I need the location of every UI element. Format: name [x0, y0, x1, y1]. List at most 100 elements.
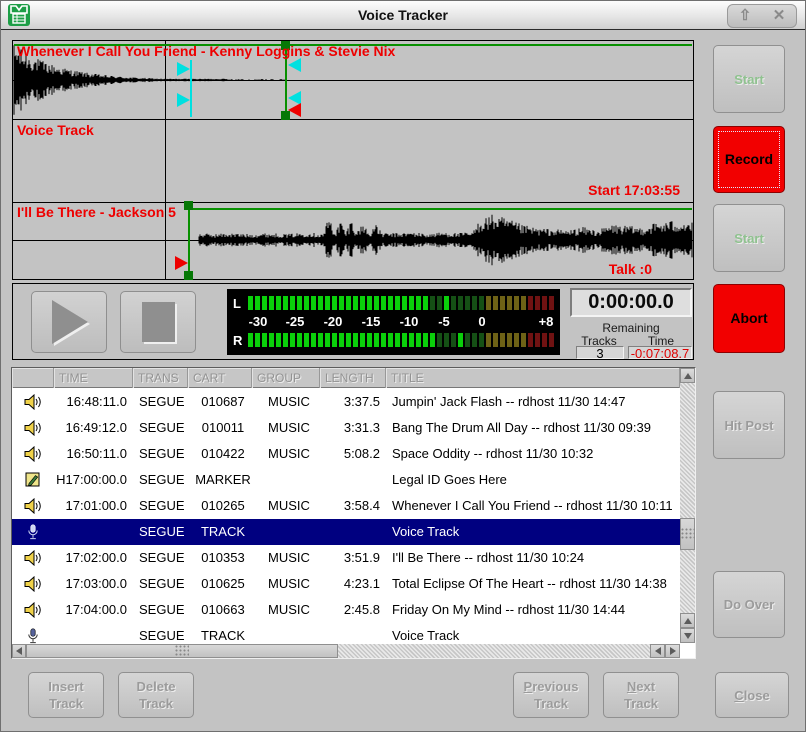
cell-cart: 010687 — [188, 389, 252, 415]
track3-start-handle-top[interactable] — [184, 201, 193, 210]
close-button[interactable]: Close — [715, 672, 789, 718]
column-header-time[interactable]: TIME — [54, 368, 133, 388]
meter-segment — [437, 296, 442, 310]
meter-right-bar — [248, 333, 556, 347]
delete-track-button[interactable]: DeleteTrack — [118, 672, 194, 718]
track1-track2-divider — [13, 119, 693, 120]
track1-fade-marker-top-icon[interactable] — [177, 62, 190, 76]
meter-scale-tick: -30 — [249, 314, 268, 329]
start-track3-button[interactable]: Start — [713, 204, 785, 272]
cell-group — [252, 519, 320, 545]
meter-segment — [542, 296, 547, 310]
log-row[interactable]: 17:01:00.0SEGUE010265MUSIC3:58.4Whenever… — [12, 493, 680, 519]
hscroll-trough[interactable] — [338, 644, 650, 658]
meter-segment — [388, 296, 393, 310]
vscroll-handle[interactable] — [680, 518, 695, 550]
cell-time: 17:03:00.0 — [54, 571, 133, 597]
log-row[interactable]: 16:50:11.0SEGUE010422MUSIC5:08.2Space Od… — [12, 441, 680, 467]
meter-segment — [381, 296, 386, 310]
vscroll-up-button[interactable] — [680, 368, 695, 383]
meter-segment — [367, 333, 372, 347]
log-row[interactable]: 16:48:11.0SEGUE010687MUSIC3:37.5Jumpin' … — [12, 389, 680, 415]
meter-segment — [297, 296, 302, 310]
speaker-icon — [12, 415, 54, 441]
left-arrow-icon — [655, 647, 661, 655]
log-row[interactable]: H17:00:00.0SEGUEMARKERLegal ID Goes Here — [12, 467, 680, 493]
cell-trans: SEGUE — [133, 519, 188, 545]
do-over-button[interactable]: Do Over — [713, 571, 785, 638]
hit-post-button[interactable]: Hit Post — [713, 391, 785, 459]
meter-segment — [346, 296, 351, 310]
abort-button[interactable]: Abort — [713, 284, 785, 353]
meter-segment — [423, 333, 428, 347]
vscroll-trough[interactable] — [680, 383, 695, 629]
vscroll-up2-button[interactable] — [680, 613, 695, 628]
vscroll-down-button[interactable] — [680, 628, 695, 643]
meter-segment — [255, 333, 260, 347]
next-track-button[interactable]: Next Track — [603, 672, 679, 718]
log-row[interactable]: 17:02:00.0SEGUE010353MUSIC3:51.9I'll Be … — [12, 545, 680, 571]
cell-length: 5:08.2 — [320, 441, 386, 467]
speaker-icon — [12, 493, 54, 519]
meter-segment — [486, 333, 491, 347]
meter-segment — [493, 296, 498, 310]
waveform-edit-area[interactable]: Whenever I Call You Friend - Kenny Loggi… — [12, 40, 694, 280]
column-header-title[interactable]: TITLE — [386, 368, 680, 388]
column-header-length[interactable]: LENGTH — [320, 368, 386, 388]
meter-segment — [262, 296, 267, 310]
track1-fade-marker-line[interactable] — [190, 60, 192, 117]
cell-group: MUSIC — [252, 415, 320, 441]
close-window-icon[interactable]: ✕ — [762, 5, 796, 27]
meter-segment — [416, 296, 421, 310]
meter-segment — [339, 333, 344, 347]
track1-segue-cyan-top-icon[interactable] — [288, 58, 301, 72]
meter-segment — [528, 296, 533, 310]
log-table-rows: 16:48:11.0SEGUE010687MUSIC3:37.5Jumpin' … — [12, 389, 680, 649]
meter-segment — [311, 333, 316, 347]
hscroll-left2-button[interactable] — [650, 644, 665, 658]
record-button[interactable]: Record — [713, 126, 785, 193]
hscroll-handle[interactable] — [26, 644, 338, 658]
track3-start-handle-bottom[interactable] — [184, 271, 193, 280]
meter-segment — [430, 333, 435, 347]
shade-window-icon[interactable]: ⇧ — [728, 5, 762, 27]
cell-cart: 010625 — [188, 571, 252, 597]
track1-fade-marker-bottom-icon[interactable] — [177, 93, 190, 107]
meter-segment — [528, 333, 533, 347]
meter-segment — [276, 296, 281, 310]
meter-scale: -30-25-20-15-10-50+8 — [227, 314, 560, 330]
hscroll-right-button[interactable] — [665, 644, 680, 658]
cell-length — [320, 467, 386, 493]
column-header-trans[interactable]: TRANS — [133, 368, 188, 388]
track3-start-marker-icon[interactable] — [175, 256, 188, 270]
start-track1-button[interactable]: Start — [713, 45, 785, 113]
meter-segment — [500, 333, 505, 347]
track1-end-marker-icon[interactable] — [288, 103, 301, 117]
log-row-selected[interactable]: SEGUETRACKVoice Track — [12, 519, 680, 545]
cell-group: MUSIC — [252, 389, 320, 415]
right-arrow-icon — [670, 647, 676, 655]
meter-segment — [472, 333, 477, 347]
cell-title: Friday On My Mind -- rdhost 11/30 14:44 — [386, 597, 680, 623]
meter-segment — [535, 296, 540, 310]
column-header-cart[interactable]: CART — [188, 368, 252, 388]
hscroll-left-button[interactable] — [12, 644, 26, 658]
column-header-group[interactable]: GROUP — [252, 368, 320, 388]
meter-segment — [374, 333, 379, 347]
track3-talk-label: Talk :0 — [609, 261, 652, 277]
stop-button[interactable] — [120, 291, 196, 353]
log-row[interactable]: 17:04:00.0SEGUE010663MUSIC2:45.8Friday O… — [12, 597, 680, 623]
column-header-icon[interactable] — [12, 368, 54, 388]
play-button[interactable] — [31, 291, 107, 353]
cell-trans: SEGUE — [133, 493, 188, 519]
log-row[interactable]: 17:03:00.0SEGUE010625MUSIC4:23.1Total Ec… — [12, 571, 680, 597]
meter-scale-tick: -5 — [438, 314, 450, 329]
track3-start-marker-line[interactable] — [188, 202, 190, 279]
track3-gain-envelope-line[interactable] — [188, 208, 692, 210]
log-row[interactable]: 16:49:12.0SEGUE010011MUSIC3:31.3Bang The… — [12, 415, 680, 441]
cell-length: 3:37.5 — [320, 389, 386, 415]
play-icon — [52, 300, 88, 344]
previous-track-button[interactable]: Previous Track — [513, 672, 589, 718]
meter-segment — [248, 296, 253, 310]
insert-track-button[interactable]: InsertTrack — [28, 672, 104, 718]
